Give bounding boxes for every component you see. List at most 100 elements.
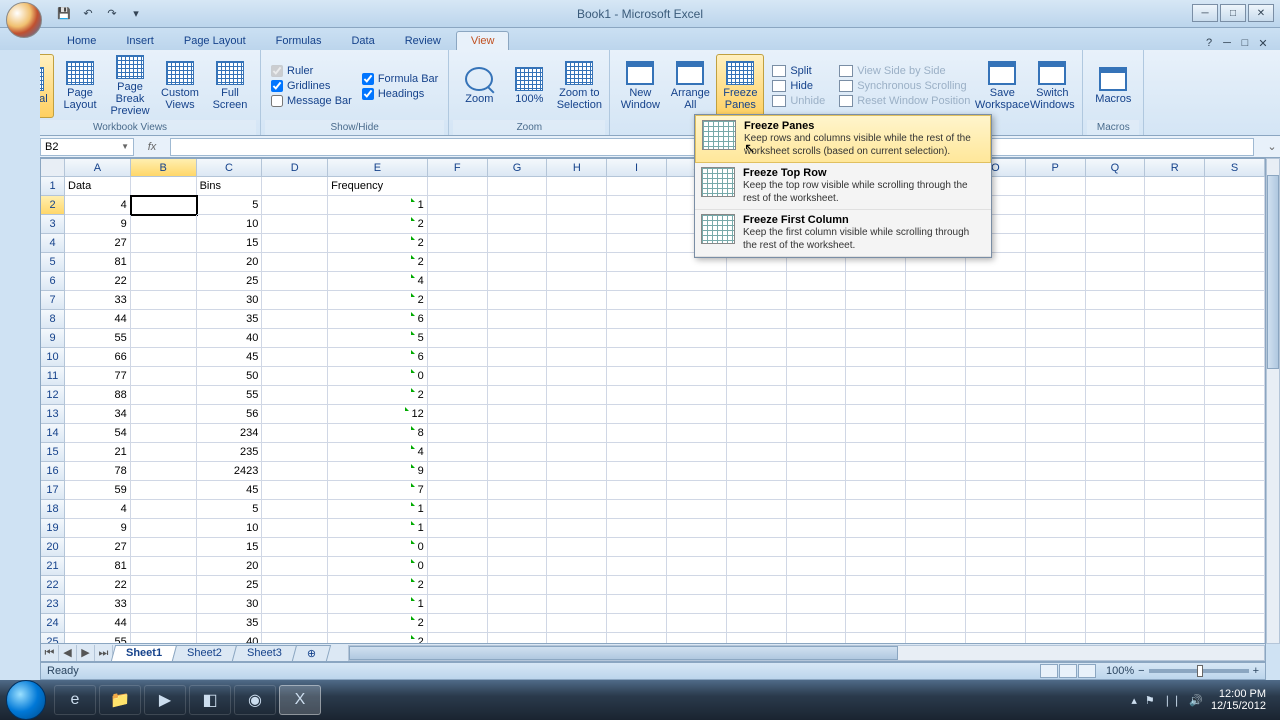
cell[interactable] xyxy=(1086,481,1146,500)
column-header[interactable]: C xyxy=(197,159,263,177)
cell[interactable] xyxy=(667,614,727,633)
cell[interactable] xyxy=(1086,215,1146,234)
cell[interactable] xyxy=(1145,557,1205,576)
cell[interactable] xyxy=(966,595,1026,614)
start-button[interactable] xyxy=(6,680,46,720)
cell[interactable] xyxy=(906,348,966,367)
row-header[interactable]: 6 xyxy=(41,272,65,291)
gridlines-checkbox[interactable]: Gridlines xyxy=(271,80,352,92)
cell[interactable] xyxy=(131,196,197,215)
row-header[interactable]: 1 xyxy=(41,177,65,196)
column-header[interactable]: G xyxy=(488,159,548,177)
cell[interactable] xyxy=(1205,310,1265,329)
vertical-scrollbar[interactable] xyxy=(1266,158,1280,644)
cell[interactable] xyxy=(1026,253,1086,272)
cell[interactable] xyxy=(428,348,488,367)
cell[interactable]: 5 xyxy=(197,500,263,519)
cell[interactable] xyxy=(488,519,548,538)
cell[interactable] xyxy=(727,443,787,462)
zoom-level[interactable]: 100% xyxy=(1106,665,1134,677)
cell[interactable] xyxy=(1086,367,1146,386)
cell[interactable] xyxy=(1026,215,1086,234)
row-header[interactable]: 5 xyxy=(41,253,65,272)
cell[interactable] xyxy=(1026,196,1086,215)
chrome-icon[interactable]: ◉ xyxy=(234,685,276,715)
cell[interactable] xyxy=(787,462,847,481)
cell[interactable] xyxy=(131,538,197,557)
cell[interactable]: 33 xyxy=(65,291,131,310)
cell[interactable] xyxy=(727,310,787,329)
cell[interactable] xyxy=(787,329,847,348)
cell[interactable] xyxy=(131,633,197,644)
cell[interactable] xyxy=(1086,633,1146,644)
cell[interactable] xyxy=(547,310,607,329)
cell[interactable] xyxy=(428,272,488,291)
cell[interactable] xyxy=(1086,196,1146,215)
cell[interactable] xyxy=(1205,272,1265,291)
cell[interactable] xyxy=(607,481,667,500)
tab-home[interactable]: Home xyxy=(52,31,111,50)
cell[interactable] xyxy=(428,614,488,633)
cell[interactable] xyxy=(1086,595,1146,614)
cell[interactable] xyxy=(787,633,847,644)
cell[interactable] xyxy=(607,595,667,614)
row-header[interactable]: 10 xyxy=(41,348,65,367)
cell[interactable] xyxy=(667,386,727,405)
cell[interactable] xyxy=(1026,348,1086,367)
cell[interactable] xyxy=(607,443,667,462)
cell[interactable]: 0 xyxy=(328,538,428,557)
cell[interactable] xyxy=(906,557,966,576)
cell[interactable] xyxy=(262,614,328,633)
cell[interactable] xyxy=(488,538,548,557)
cell[interactable]: 2423 xyxy=(197,462,263,481)
cell[interactable] xyxy=(131,614,197,633)
side-by-side-button[interactable]: View Side by Side xyxy=(835,64,974,78)
cell[interactable] xyxy=(1086,557,1146,576)
column-header[interactable]: S xyxy=(1205,159,1265,177)
cell[interactable] xyxy=(607,215,667,234)
cell[interactable] xyxy=(131,177,197,196)
cell[interactable] xyxy=(787,310,847,329)
cell[interactable] xyxy=(727,386,787,405)
cell[interactable] xyxy=(966,462,1026,481)
cell[interactable] xyxy=(1145,595,1205,614)
cell[interactable] xyxy=(966,519,1026,538)
cell[interactable] xyxy=(1205,291,1265,310)
cell[interactable] xyxy=(846,291,906,310)
column-header[interactable]: I xyxy=(607,159,667,177)
cell[interactable] xyxy=(262,291,328,310)
cell[interactable] xyxy=(846,386,906,405)
cell[interactable] xyxy=(262,595,328,614)
cell[interactable] xyxy=(488,272,548,291)
cell[interactable]: 30 xyxy=(197,595,263,614)
cell[interactable] xyxy=(488,500,548,519)
cell[interactable] xyxy=(262,272,328,291)
cell[interactable] xyxy=(607,234,667,253)
cell[interactable] xyxy=(966,633,1026,644)
cell[interactable] xyxy=(787,405,847,424)
cell[interactable] xyxy=(1086,500,1146,519)
cell[interactable] xyxy=(131,557,197,576)
cell[interactable] xyxy=(846,500,906,519)
cell[interactable] xyxy=(1145,177,1205,196)
cell[interactable]: 54 xyxy=(65,424,131,443)
cell[interactable] xyxy=(966,405,1026,424)
cell[interactable] xyxy=(1086,576,1146,595)
formula-bar-expand[interactable]: ⌄ xyxy=(1264,140,1280,153)
cell[interactable] xyxy=(906,272,966,291)
cell[interactable] xyxy=(1145,215,1205,234)
cell[interactable] xyxy=(428,291,488,310)
tab-page-layout[interactable]: Page Layout xyxy=(169,31,261,50)
cell[interactable]: 5 xyxy=(197,196,263,215)
page-layout-button[interactable]: Page Layout xyxy=(56,54,104,118)
cell[interactable] xyxy=(1145,462,1205,481)
formula-bar-checkbox[interactable]: Formula Bar xyxy=(362,73,439,85)
cell[interactable] xyxy=(1086,405,1146,424)
cell[interactable]: 2 xyxy=(328,253,428,272)
cell[interactable] xyxy=(547,614,607,633)
undo-button[interactable]: ↶ xyxy=(78,4,98,24)
hide-button[interactable]: Hide xyxy=(768,79,829,93)
cell[interactable] xyxy=(262,234,328,253)
cell[interactable] xyxy=(1026,576,1086,595)
cell[interactable] xyxy=(262,386,328,405)
